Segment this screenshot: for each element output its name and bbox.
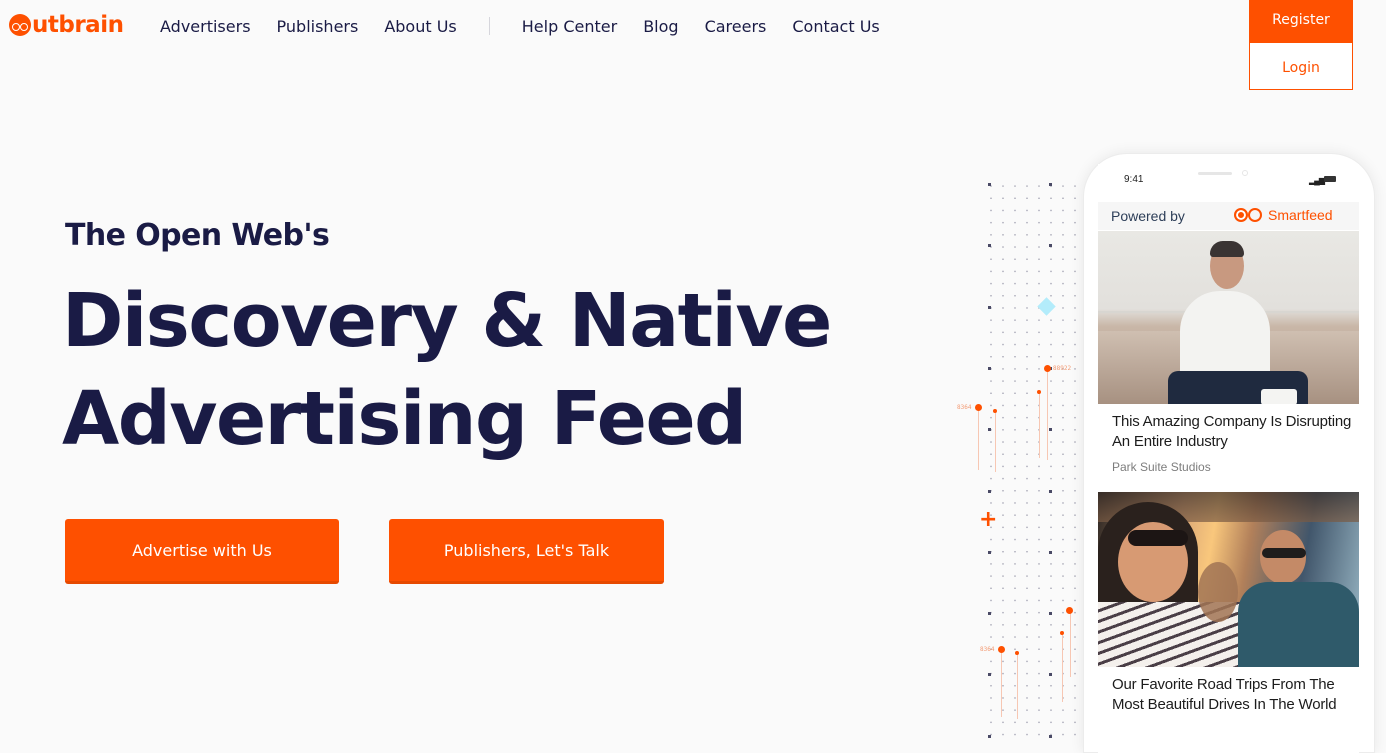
phone-mockup: 9:41 ▂▄▆ Powered by Smartfeed This Amazi… [1083, 153, 1375, 753]
hero-headline: Discovery & Native Advertising Feed [62, 272, 832, 468]
pin-line [1001, 652, 1002, 717]
nav-about-us[interactable]: About Us [384, 17, 456, 36]
nav-contact-us[interactable]: Contact Us [792, 17, 879, 36]
data-pin [1066, 607, 1073, 614]
grid-marker [988, 306, 991, 309]
status-time: 9:41 [1124, 174, 1144, 185]
data-pin [1060, 631, 1064, 635]
signal-icon: ▂▄▆ [1309, 176, 1325, 185]
man-shirt [1238, 582, 1359, 667]
data-pin [1044, 365, 1051, 372]
nav-help-center[interactable]: Help Center [522, 17, 617, 36]
woman-sunglasses [1128, 530, 1188, 546]
pin-line [1070, 612, 1071, 677]
grid-marker [988, 612, 991, 615]
grid-marker [988, 428, 991, 431]
grid-marker [1049, 735, 1052, 738]
smartfeed-logo[interactable]: Smartfeed [1234, 207, 1333, 223]
nav-careers[interactable]: Careers [705, 17, 767, 36]
data-pin [998, 646, 1005, 653]
grid-marker [1049, 490, 1052, 493]
card-image-man-on-sofa[interactable] [1098, 231, 1359, 404]
battery-icon [1324, 176, 1336, 182]
data-pin [975, 404, 982, 411]
card-image-family-in-car[interactable] [1098, 492, 1359, 667]
pin-label: 8364 [957, 404, 972, 411]
pin-line [978, 410, 979, 470]
pin-line [1062, 634, 1063, 702]
advertise-with-us-button[interactable]: Advertise with Us [65, 519, 339, 584]
main-nav: Advertisers Publishers About Us Help Cen… [160, 14, 906, 38]
grid-marker [1049, 673, 1052, 676]
grid-marker [1049, 183, 1052, 186]
hero-eyebrow: The Open Web's [65, 218, 330, 253]
grid-marker [988, 490, 991, 493]
grid-marker [988, 367, 991, 370]
nav-blog[interactable]: Blog [643, 17, 678, 36]
grid-marker [988, 673, 991, 676]
man-sunglasses [1262, 548, 1306, 558]
speaker-notch [1198, 172, 1232, 175]
pin-line [995, 412, 996, 472]
grid-marker [988, 735, 991, 738]
person-hair [1210, 241, 1244, 257]
data-pin [993, 409, 997, 413]
card-1-source: Park Suite Studios [1112, 460, 1211, 474]
powered-by-bar: Powered by Smartfeed [1098, 202, 1359, 230]
smartfeed-label: Smartfeed [1268, 207, 1333, 223]
grid-marker [988, 244, 991, 247]
coffee-mug [1261, 389, 1297, 404]
pin-label: 8364 [980, 646, 995, 653]
headline-line-2: Advertising Feed [62, 376, 747, 462]
grid-marker [1049, 428, 1052, 431]
nav-advertisers[interactable]: Advertisers [160, 17, 251, 36]
camera-icon [1242, 170, 1248, 176]
grid-marker [1049, 612, 1052, 615]
child-figure [1198, 562, 1238, 622]
outbrain-logo[interactable]: utbrain [9, 10, 124, 40]
data-pin [1037, 390, 1041, 394]
logo-face-icon [9, 14, 31, 36]
pin-line [1017, 654, 1018, 719]
grid-marker [1049, 551, 1052, 554]
grid-marker [1049, 244, 1052, 247]
pin-line [1047, 370, 1048, 460]
phone-status-bar: 9:41 ▂▄▆ [1098, 164, 1359, 202]
pin-label: 88922 [1053, 365, 1072, 372]
publishers-lets-talk-button[interactable]: Publishers, Let's Talk [389, 519, 664, 584]
grid-marker [988, 551, 991, 554]
logo-text: utbrain [32, 12, 124, 38]
nav-divider [488, 17, 490, 35]
card-1-title[interactable]: This Amazing Company Is Disrupting An En… [1112, 412, 1352, 452]
data-pin [1015, 651, 1019, 655]
headline-line-1: Discovery & Native [62, 278, 832, 364]
plus-icon: + [979, 507, 998, 532]
powered-by-label: Powered by [1111, 208, 1185, 224]
card-2-title[interactable]: Our Favorite Road Trips From The Most Be… [1112, 675, 1352, 715]
infinity-icon [1234, 208, 1264, 222]
pin-line [1039, 393, 1040, 458]
register-button[interactable]: Register [1249, 0, 1353, 43]
phone-screen: 9:41 ▂▄▆ Powered by Smartfeed This Amazi… [1098, 164, 1359, 753]
login-button[interactable]: Login [1249, 43, 1353, 90]
grid-marker [988, 183, 991, 186]
nav-publishers[interactable]: Publishers [277, 17, 359, 36]
